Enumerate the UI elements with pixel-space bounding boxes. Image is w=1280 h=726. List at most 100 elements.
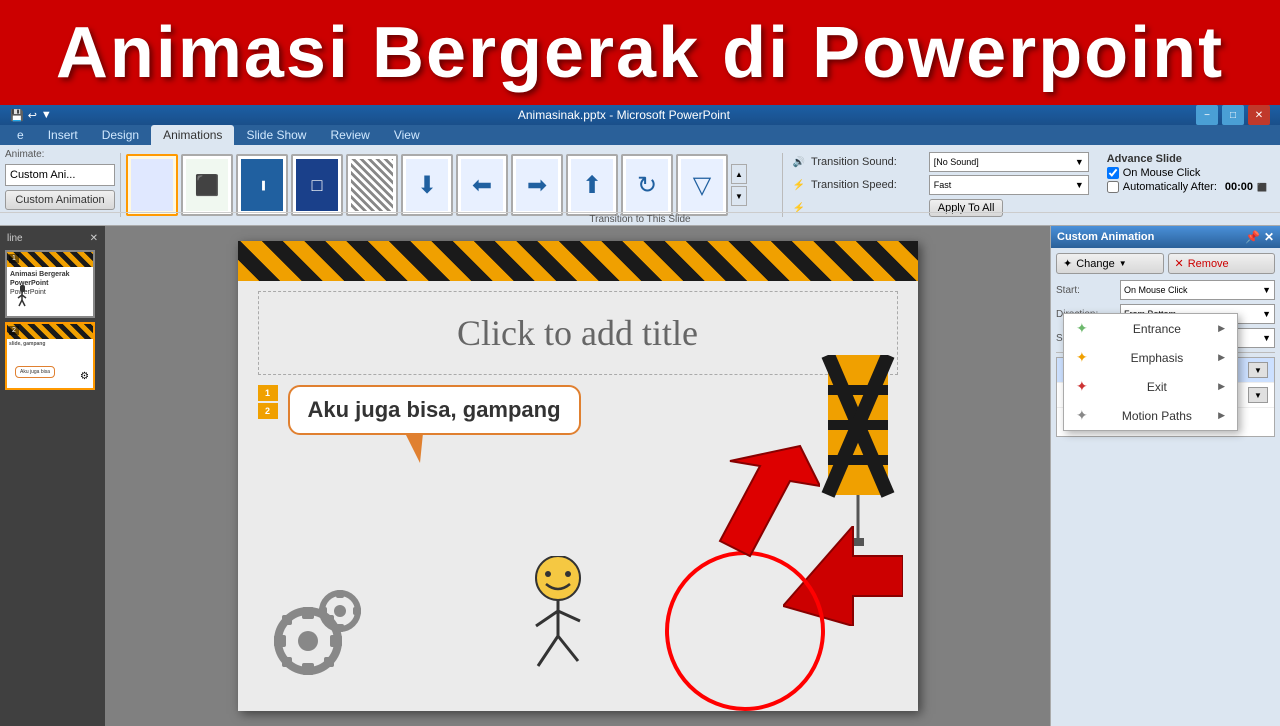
tab-slideshow[interactable]: Slide Show	[234, 125, 318, 145]
transition-checkerboard-preview	[351, 159, 393, 211]
menu-item-exit[interactable]: ✦ Exit ▶	[1064, 372, 1237, 401]
panel-title: Custom Animation	[1057, 231, 1154, 243]
animate-label: Animate:	[5, 149, 115, 160]
tab-review[interactable]: Review	[318, 125, 381, 145]
transition-arrow-up-preview: ⬆	[571, 159, 613, 211]
exit-icon: ✦	[1076, 378, 1088, 395]
transition-arrow-left-preview: ⬅	[461, 159, 503, 211]
tab-insert[interactable]: Insert	[36, 125, 90, 145]
emphasis-label: Emphasis	[1131, 351, 1184, 365]
transition-arrow-down[interactable]: ⬇	[401, 154, 453, 216]
sound-combo[interactable]: [No Sound] ▼	[929, 152, 1089, 172]
red-arrow-canvas	[783, 526, 903, 631]
remove-button[interactable]: ✕ Remove	[1168, 253, 1276, 274]
animate-combo[interactable]: Custom Ani...	[5, 164, 115, 186]
ribbon-content: Animate: Custom Ani... Custom Animation …	[0, 145, 1280, 226]
custom-animation-panel: Custom Animation 📌 ✕ ✦ Change ▼	[1050, 226, 1280, 726]
speed-combo[interactable]: Fast ▼	[929, 175, 1089, 195]
transition-arrow-right-preview: ➡	[516, 159, 558, 211]
change-button[interactable]: ✦ Change ▼	[1056, 253, 1164, 274]
panel-pin-icon[interactable]: 📌	[1245, 230, 1260, 244]
auto-advance-checkbox[interactable]	[1107, 181, 1119, 193]
custom-animation-button[interactable]: Custom Animation	[5, 190, 115, 210]
slide-area-wrapper: Click to add title 1 2 Aku juga bisa, ga…	[105, 226, 1280, 726]
transition-none-preview	[131, 159, 173, 211]
entrance-icon: ✦	[1076, 320, 1088, 337]
tab-design[interactable]: Design	[90, 125, 151, 145]
tab-animations[interactable]: Animations	[151, 125, 234, 145]
slide-stripe-2	[7, 324, 93, 339]
speed-combo-panel-arrow: ▼	[1262, 333, 1271, 343]
entrance-label: Entrance	[1133, 322, 1181, 336]
slides-panel-header: line ✕	[5, 231, 100, 246]
transition-sound-row: 🔊 Transition Sound: [No Sound] ▼	[793, 152, 1089, 172]
transition-box[interactable]: □	[291, 154, 343, 216]
window-title: Animasinak.pptx - Microsoft PowerPoint	[52, 108, 1196, 122]
transition-spin[interactable]: ↻	[621, 154, 673, 216]
slides-panel-label: line	[7, 233, 23, 244]
auto-advance-label: Automatically After:	[1123, 181, 1217, 193]
motion-paths-icon: ✦	[1076, 407, 1088, 424]
dropdown-icon[interactable]: ▼	[41, 109, 52, 121]
menu-item-motion-paths[interactable]: ✦ Motion Paths ▶	[1064, 401, 1237, 430]
slides-panel-close[interactable]: ✕	[90, 233, 98, 244]
anim-item-1-combo[interactable]: ▼	[1248, 362, 1268, 378]
transition-section-label: Transition to This Slide	[0, 212, 1280, 225]
anim-item-2-combo[interactable]: ▼	[1248, 387, 1268, 403]
direction-combo-arrow: ▼	[1262, 309, 1271, 319]
close-button[interactable]: ✕	[1248, 105, 1270, 125]
start-combo[interactable]: On Mouse Click ▼	[1120, 280, 1275, 300]
minimize-button[interactable]: −	[1196, 105, 1218, 125]
transition-fade[interactable]: ⬛	[181, 154, 233, 216]
slide-num-2: 2	[9, 326, 19, 335]
menu-item-emphasis[interactable]: ✦ Emphasis ▶	[1064, 343, 1237, 372]
mouse-click-label: On Mouse Click	[1123, 167, 1201, 179]
slide-thumb-gear-2: ⚙	[80, 366, 89, 384]
panel-titlebar: Custom Animation 📌 ✕	[1051, 226, 1280, 248]
start-label: Start:	[1056, 285, 1116, 296]
auto-advance-stepper[interactable]: ⬛	[1257, 183, 1267, 192]
menu-item-entrance[interactable]: ✦ Entrance ▶	[1064, 314, 1237, 343]
slide-thumb-2[interactable]: 2 slide, gampang Aku juga bisa ⚙	[5, 322, 95, 390]
panel-close-icon[interactable]: ✕	[1264, 230, 1274, 244]
advance-title: Advance Slide	[1107, 153, 1267, 165]
transition-wipe-preview: ▐	[241, 159, 283, 211]
transition-wipe[interactable]: ▐	[236, 154, 288, 216]
slide-content-area: 1 2 Aku juga bisa, gampang	[238, 385, 918, 435]
transition-spin-preview: ↻	[626, 159, 668, 211]
ribbon-divider-1	[120, 153, 121, 217]
transition-arrow-left[interactable]: ⬅	[456, 154, 508, 216]
transition-none[interactable]	[126, 154, 178, 216]
tab-view[interactable]: View	[382, 125, 432, 145]
undo-icon[interactable]: ↩	[28, 109, 37, 122]
entrance-arrow: ▶	[1218, 323, 1225, 334]
transition-arrow-up[interactable]: ⬆	[566, 154, 618, 216]
change-dropdown-arrow: ▼	[1119, 259, 1127, 268]
transition-scroll: ▲ ▼	[731, 164, 747, 206]
panel-tb-icons: 📌 ✕	[1245, 230, 1274, 244]
motion-paths-label: Motion Paths	[1122, 409, 1192, 423]
youtube-banner: Animasi Bergerak di Powerpoint	[0, 0, 1280, 105]
change-icon: ✦	[1063, 257, 1072, 270]
scroll-up-arrow[interactable]: ▲	[731, 164, 747, 184]
transition-fade-preview: ⬛	[186, 159, 228, 211]
quick-access-toolbar: 💾 ↩ ▼	[10, 109, 52, 122]
scroll-down-arrow[interactable]: ▼	[731, 186, 747, 206]
transition-arrow-right[interactable]: ➡	[511, 154, 563, 216]
ribbon-divider-2	[782, 153, 783, 217]
slide-thumb-1[interactable]: 1 Animasi Bergerak PowerPoint PowerPoint	[5, 250, 95, 318]
start-combo-row: Start: On Mouse Click ▼	[1056, 280, 1275, 300]
speed-combo-arrow: ▼	[1075, 180, 1084, 190]
transitions-section: ⬛ ▐ □ ⬇ ⬅	[126, 149, 777, 221]
slide-thumb-label-2: slide, gampang	[7, 339, 93, 349]
tab-file[interactable]: e	[5, 125, 36, 145]
mouse-click-checkbox[interactable]	[1107, 167, 1119, 179]
sound-label: 🔊 Transition Sound:	[793, 156, 923, 168]
slide-title-text: Click to add title	[457, 313, 698, 353]
transition-down[interactable]: ▽	[676, 154, 728, 216]
slide-canvas[interactable]: Click to add title 1 2 Aku juga bisa, ga…	[238, 241, 918, 711]
transition-checkerboard[interactable]	[346, 154, 398, 216]
transition-arrow-down-preview: ⬇	[406, 159, 448, 211]
maximize-button[interactable]: □	[1222, 105, 1244, 125]
save-icon[interactable]: 💾	[10, 109, 24, 122]
